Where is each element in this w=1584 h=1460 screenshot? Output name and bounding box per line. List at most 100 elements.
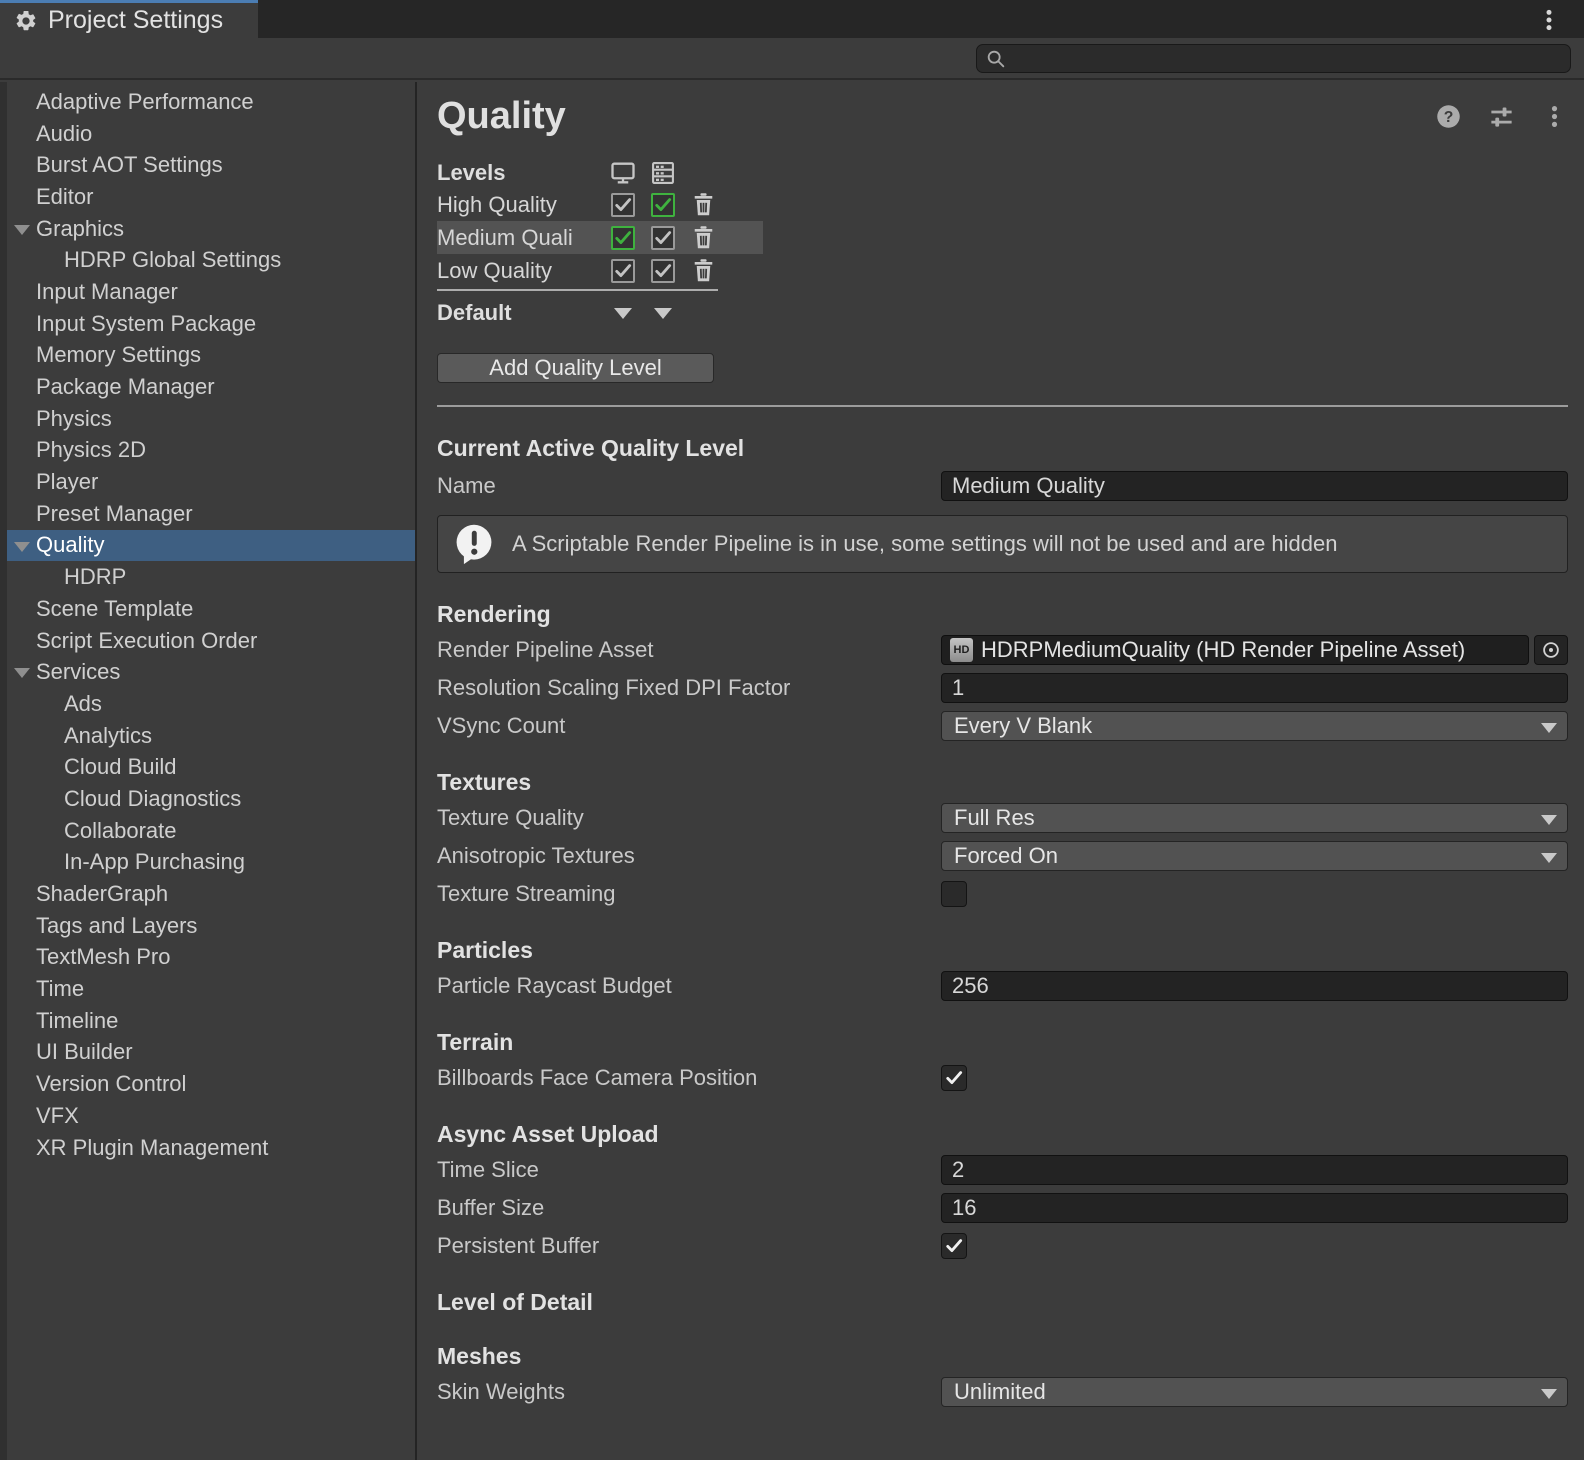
sidebar-item-ui-builder[interactable]: UI Builder	[7, 1037, 415, 1069]
render-pipeline-asset-object-field[interactable]: HDHDRPMediumQuality (HD Render Pipeline …	[941, 635, 1529, 665]
sidebar-item-shadergraph[interactable]: ShaderGraph	[7, 878, 415, 910]
field-label: Resolution Scaling Fixed DPI Factor	[437, 675, 941, 701]
sidebar-item-adaptive-performance[interactable]: Adaptive Performance	[7, 86, 415, 118]
texture-quality-dropdown[interactable]: Full Res	[941, 803, 1568, 833]
section-header-rendering: Rendering	[437, 601, 1568, 627]
section-header-particles: Particles	[437, 937, 1568, 963]
help-icon[interactable]: ?	[1435, 103, 1462, 130]
presets-icon[interactable]	[1488, 103, 1515, 130]
billboards-face-camera-position-checkbox[interactable]	[941, 1065, 967, 1091]
sidebar-item-physics[interactable]: Physics	[7, 403, 415, 435]
sidebar-item-editor[interactable]: Editor	[7, 181, 415, 213]
sidebar-item-label: Burst AOT Settings	[7, 152, 223, 178]
quality-name-input[interactable]	[941, 471, 1568, 501]
quality-level-row-high-quality[interactable]: High Quality	[437, 188, 763, 221]
sidebar-item-hdrp-global-settings[interactable]: HDRP Global Settings	[7, 244, 415, 276]
sidebar-item-in-app-purchasing[interactable]: In-App Purchasing	[7, 847, 415, 879]
time-slice-input[interactable]	[941, 1155, 1568, 1185]
sidebar-item-package-manager[interactable]: Package Manager	[7, 371, 415, 403]
add-quality-level-button[interactable]: Add Quality Level	[437, 353, 714, 383]
title-bar: Project Settings	[0, 0, 1584, 38]
sidebar-item-cloud-diagnostics[interactable]: Cloud Diagnostics	[7, 783, 415, 815]
sidebar-item-vfx[interactable]: VFX	[7, 1100, 415, 1132]
resolution-scaling-fixed-dpi-factor-input[interactable]	[941, 673, 1568, 703]
desktop-platform-checkbox[interactable]	[611, 259, 635, 283]
field-label: Persistent Buffer	[437, 1233, 941, 1259]
persistent-buffer-checkbox[interactable]	[941, 1233, 967, 1259]
server-platform-checkbox[interactable]	[651, 259, 675, 283]
form-row-persistent-buffer: Persistent Buffer	[437, 1231, 1568, 1261]
dropdown-value: Full Res	[954, 805, 1035, 831]
field-label: Skin Weights	[437, 1379, 941, 1405]
tab-project-settings[interactable]: Project Settings	[0, 0, 258, 38]
expander-caret-icon[interactable]	[14, 225, 30, 235]
dropdown-value: Every V Blank	[954, 713, 1092, 739]
trash-icon[interactable]	[690, 257, 717, 284]
sidebar-item-audio[interactable]: Audio	[7, 118, 415, 150]
vsync-count-dropdown[interactable]: Every V Blank	[941, 711, 1568, 741]
window-menu-button[interactable]	[1536, 7, 1562, 33]
trash-icon[interactable]	[690, 224, 717, 251]
sidebar-item-input-system-package[interactable]: Input System Package	[7, 308, 415, 340]
sidebar-item-label: VFX	[7, 1103, 79, 1129]
warning-bubble-icon	[452, 522, 496, 566]
sidebar-item-input-manager[interactable]: Input Manager	[7, 276, 415, 308]
chevron-down-icon	[1541, 815, 1557, 825]
expander-caret-icon[interactable]	[14, 542, 30, 552]
sidebar-item-label: Physics	[7, 406, 112, 432]
chevron-down-icon	[1541, 723, 1557, 733]
sidebar-item-script-execution-order[interactable]: Script Execution Order	[7, 625, 415, 657]
sidebar-item-physics-2d[interactable]: Physics 2D	[7, 435, 415, 467]
desktop-platform-checkbox[interactable]	[611, 226, 635, 250]
default-desktop-dropdown[interactable]	[614, 308, 632, 319]
server-platform-checkbox[interactable]	[651, 226, 675, 250]
skin-weights-dropdown[interactable]: Unlimited	[941, 1377, 1568, 1407]
particle-raycast-budget-input[interactable]	[941, 971, 1568, 1001]
sidebar-item-services[interactable]: Services	[7, 656, 415, 688]
form-row-time-slice: Time Slice	[437, 1155, 1568, 1185]
sidebar-item-graphics[interactable]: Graphics	[7, 213, 415, 245]
quality-level-row-medium-quali[interactable]: Medium Quali	[437, 221, 763, 254]
sidebar-item-burst-aot-settings[interactable]: Burst AOT Settings	[7, 149, 415, 181]
sidebar-item-collaborate[interactable]: Collaborate	[7, 815, 415, 847]
sidebar-item-ads[interactable]: Ads	[7, 688, 415, 720]
sidebar-item-player[interactable]: Player	[7, 466, 415, 498]
search-box[interactable]	[976, 44, 1571, 73]
sidebar-item-time[interactable]: Time	[7, 973, 415, 1005]
trash-icon[interactable]	[690, 191, 717, 218]
sidebar-item-preset-manager[interactable]: Preset Manager	[7, 498, 415, 530]
search-input[interactable]	[1013, 47, 1562, 70]
field-label: Time Slice	[437, 1157, 941, 1183]
form-row-texture-quality: Texture QualityFull Res	[437, 803, 1568, 833]
sidebar-item-quality[interactable]: Quality	[7, 530, 415, 562]
default-server-dropdown[interactable]	[654, 308, 672, 319]
anisotropic-textures-dropdown[interactable]: Forced On	[941, 841, 1568, 871]
sidebar-item-textmesh-pro[interactable]: TextMesh Pro	[7, 942, 415, 974]
gear-icon	[14, 9, 38, 33]
server-platform-checkbox[interactable]	[651, 193, 675, 217]
sidebar-item-timeline[interactable]: Timeline	[7, 1005, 415, 1037]
sidebar-item-xr-plugin-management[interactable]: XR Plugin Management	[7, 1132, 415, 1164]
texture-streaming-checkbox[interactable]	[941, 881, 967, 907]
desktop-platform-checkbox[interactable]	[611, 193, 635, 217]
sidebar-item-label: Version Control	[7, 1071, 186, 1097]
buffer-size-input[interactable]	[941, 1193, 1568, 1223]
field-label: Anisotropic Textures	[437, 843, 941, 869]
sidebar-item-label: ShaderGraph	[7, 881, 168, 907]
sidebar-item-label: Input Manager	[7, 279, 178, 305]
sidebar-item-tags-and-layers[interactable]: Tags and Layers	[7, 910, 415, 942]
sidebar-item-label: Script Execution Order	[7, 628, 257, 654]
form-row-resolution-scaling-fixed-dpi-factor: Resolution Scaling Fixed DPI Factor	[437, 673, 1568, 703]
kebab-icon[interactable]	[1541, 103, 1568, 130]
object-picker-icon[interactable]	[1534, 635, 1568, 665]
sidebar-item-memory-settings[interactable]: Memory Settings	[7, 340, 415, 372]
quality-level-row-low-quality[interactable]: Low Quality	[437, 254, 763, 287]
expander-caret-icon[interactable]	[14, 668, 30, 678]
sidebar-item-scene-template[interactable]: Scene Template	[7, 593, 415, 625]
sidebar-item-version-control[interactable]: Version Control	[7, 1068, 415, 1100]
sidebar-item-hdrp[interactable]: HDRP	[7, 561, 415, 593]
sidebar-item-label: Physics 2D	[7, 437, 146, 463]
sidebar-item-label: TextMesh Pro	[7, 944, 171, 970]
sidebar-item-analytics[interactable]: Analytics	[7, 720, 415, 752]
sidebar-item-cloud-build[interactable]: Cloud Build	[7, 751, 415, 783]
